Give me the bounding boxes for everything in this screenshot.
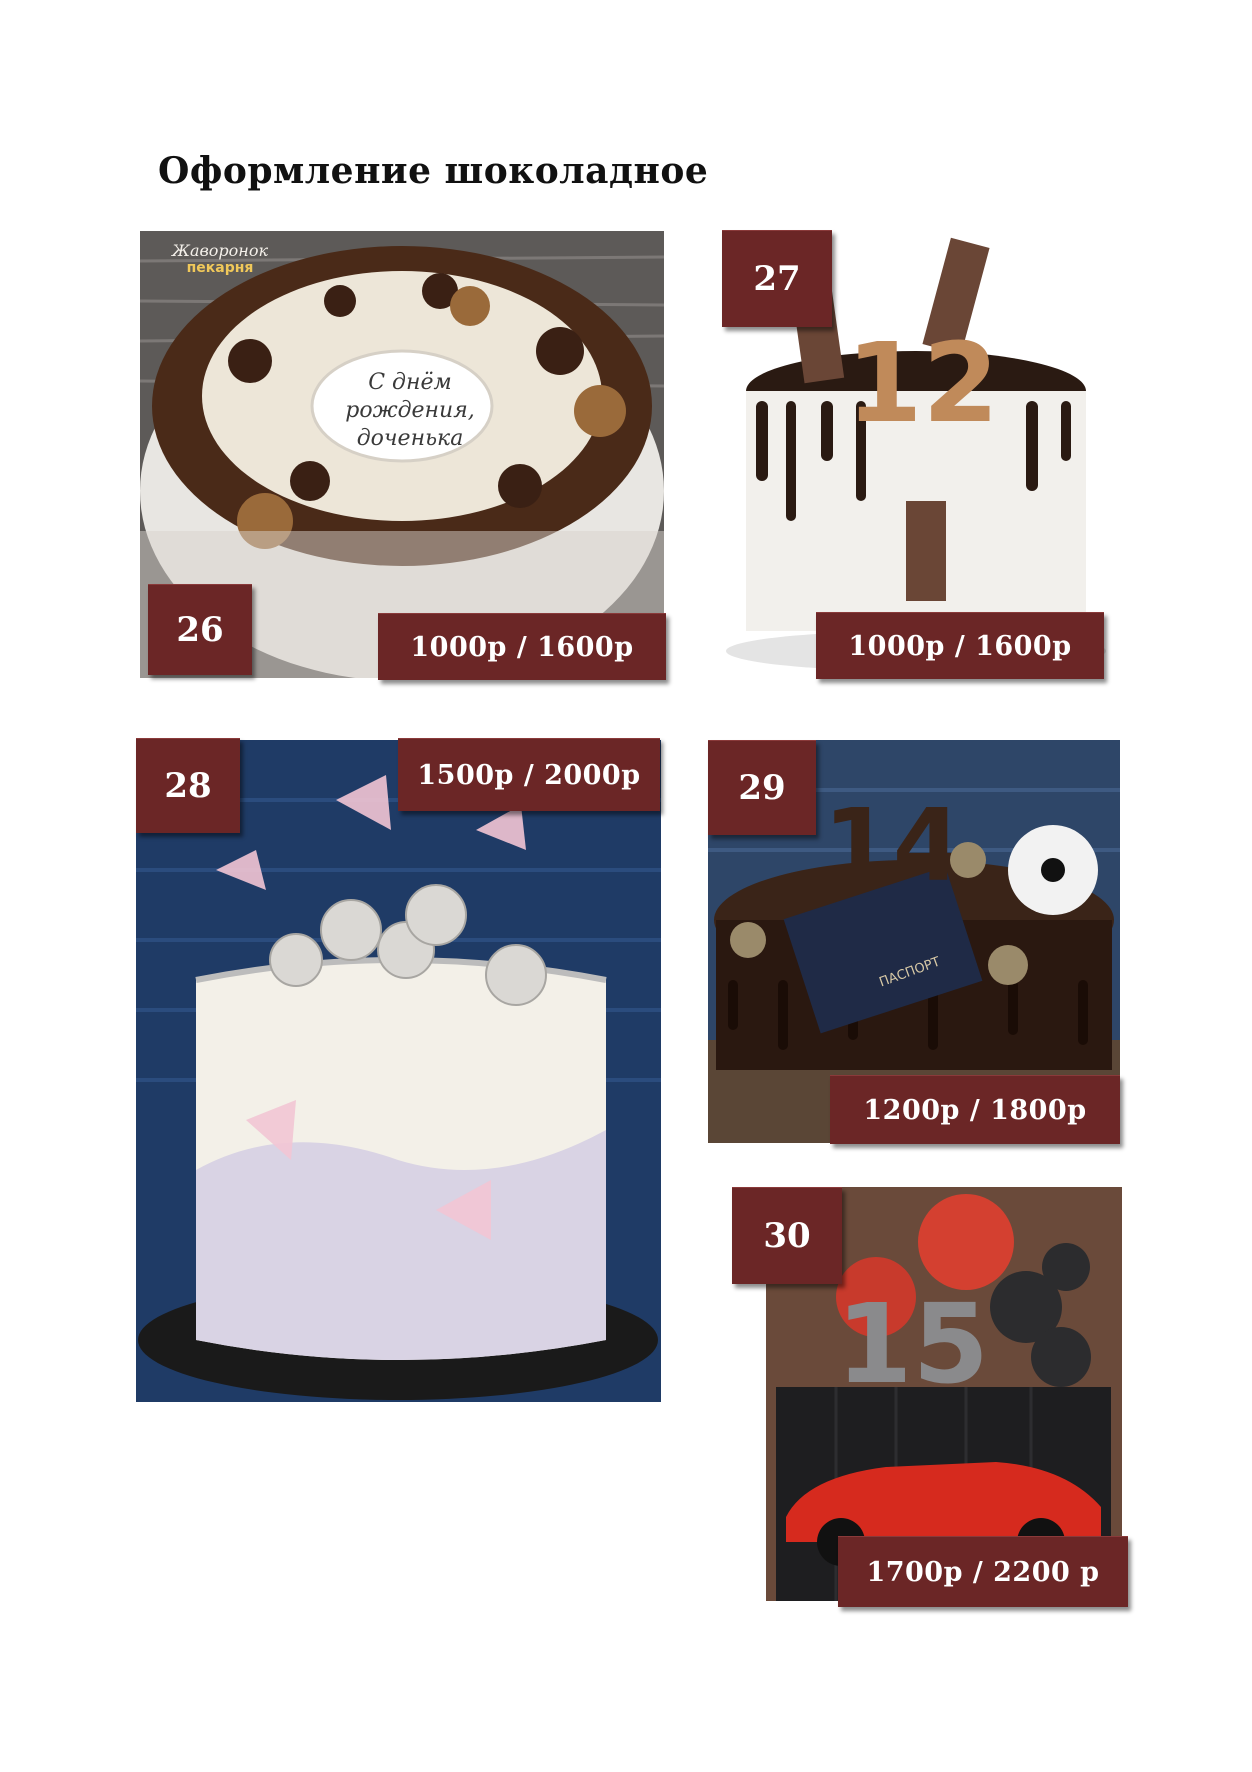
- cake-price-badge-29: 1200р / 1800р: [830, 1075, 1120, 1144]
- cake-inscription: С днём рождения, доченька: [345, 370, 475, 451]
- cake-photo-28: [136, 740, 661, 1402]
- cake-image-28: [136, 740, 661, 1402]
- svg-text:14: 14: [823, 787, 962, 904]
- cake-price-badge-30: 1700р / 2200 р: [838, 1536, 1128, 1607]
- page-title: Оформление шоколадное: [158, 150, 709, 192]
- bakery-watermark: Жаворонок пекарня: [160, 241, 280, 311]
- cake-price-badge-28: 1500р / 2000р: [398, 738, 660, 811]
- cake-number-badge-26: 26: [148, 584, 252, 675]
- cake-number-badge-27: 27: [722, 230, 832, 327]
- cake-number-badge-29: 29: [708, 740, 816, 835]
- cake-price-badge-27: 1000р / 1600р: [816, 612, 1104, 679]
- cake-number-badge-30: 30: [732, 1187, 842, 1284]
- svg-text:12: 12: [846, 319, 999, 447]
- cake-number-badge-28: 28: [136, 738, 240, 833]
- watermark-script: Жаворонок: [171, 241, 269, 260]
- watermark-brand: пекарня: [186, 260, 254, 276]
- cake-price-badge-26: 1000р / 1600р: [378, 613, 666, 680]
